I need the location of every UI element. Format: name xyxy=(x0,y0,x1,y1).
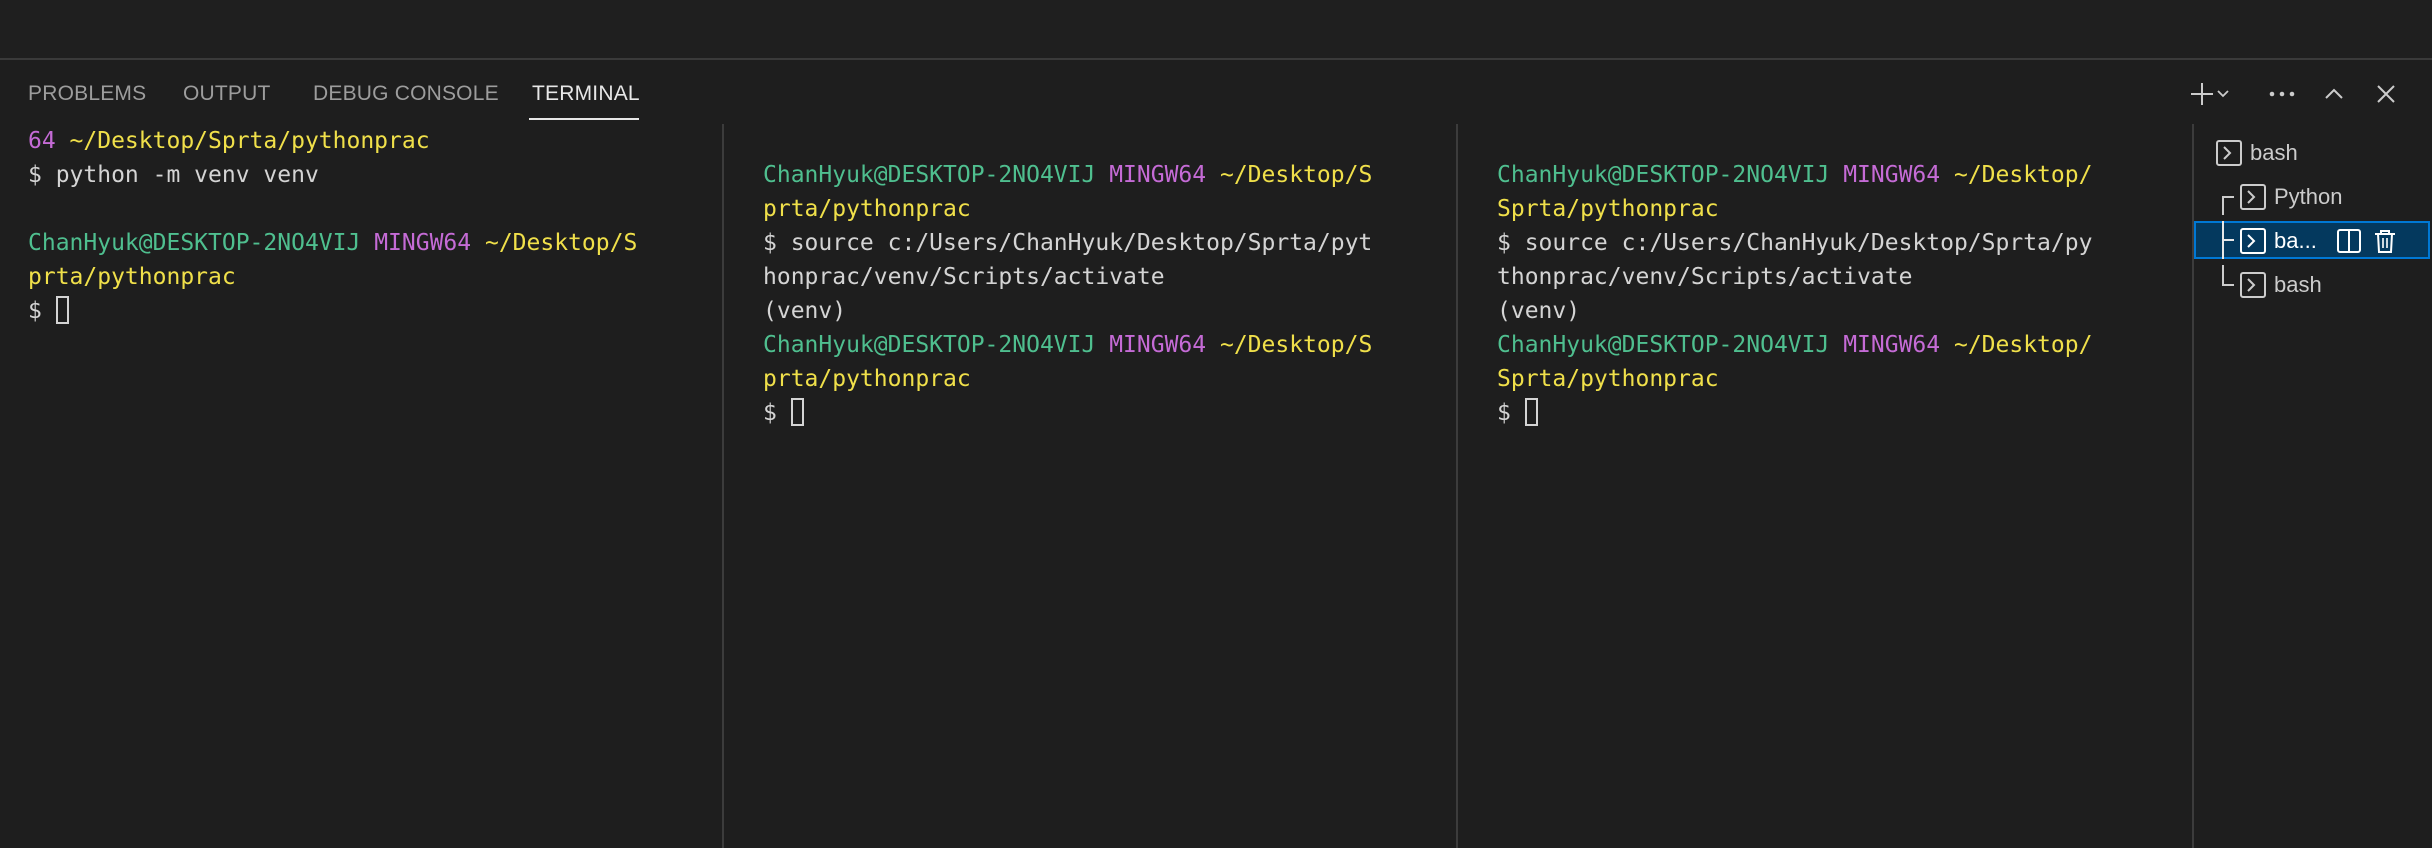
terminal-text: (venv) xyxy=(1497,298,1581,324)
terminal-line: ChanHyuk@DESKTOP-2NO4VIJ MINGW64 ~/Deskt… xyxy=(763,328,1453,362)
terminal-text: MINGW64 xyxy=(1843,332,1954,358)
editor-area xyxy=(0,0,2432,60)
terminal-text: ~/Desktop/ xyxy=(1953,332,2093,358)
terminal-text: $ python -m venv venv xyxy=(28,162,319,188)
terminal-line: ChanHyuk@DESKTOP-2NO4VIJ MINGW64 ~/Deskt… xyxy=(1497,328,2187,362)
terminal-pane-3[interactable]: ChanHyuk@DESKTOP-2NO4VIJ MINGW64 ~/Deskt… xyxy=(1497,124,2187,848)
terminal-text: ChanHyuk@DESKTOP-2NO4VIJ xyxy=(763,332,1110,358)
chevron-up-icon xyxy=(2325,88,2343,99)
terminal-list-label: Python xyxy=(2274,184,2343,209)
trash-icon[interactable] xyxy=(2372,228,2398,254)
terminal-text: ~/Desktop/ xyxy=(1953,162,2093,188)
terminal-area: 64 ~/Desktop/Sprta/pythonprac $ python -m… xyxy=(0,124,2192,848)
terminal-text: $ source c:/Users/ChanHyuk/Desktop/Sprta… xyxy=(763,230,1373,256)
split-terminal-icon[interactable] xyxy=(2336,228,2362,254)
terminal-line: prta/pythonprac xyxy=(763,362,1453,396)
terminal-list-item-bash-selected[interactable]: ba... xyxy=(2194,221,2430,259)
terminal-line: ChanHyuk@DESKTOP-2NO4VIJ MINGW64 ~/Deskt… xyxy=(763,158,1453,192)
terminal-text: ChanHyuk@DESKTOP-2NO4VIJ xyxy=(28,230,375,256)
panel-header: PROBLEMS OUTPUT DEBUG CONSOLE TERMINAL xyxy=(0,60,2432,124)
terminal-line: $ python -m venv venv xyxy=(28,158,718,192)
tab-output[interactable]: OUTPUT xyxy=(183,82,271,106)
tab-problems[interactable]: PROBLEMS xyxy=(28,82,146,106)
terminal-line: 64 ~/Desktop/Sprta/pythonprac xyxy=(28,124,718,158)
terminal-cursor xyxy=(790,398,804,426)
terminal-line: prta/pythonprac xyxy=(763,192,1453,226)
terminal-text: Sprta/pythonprac xyxy=(1497,196,1719,222)
terminal-cursor xyxy=(1524,398,1538,426)
group-connector-middle-icon xyxy=(2222,221,2234,259)
terminal-text: (venv) xyxy=(763,298,847,324)
terminal-text: ~/Desktop/S xyxy=(1219,162,1373,188)
terminal-icon xyxy=(2240,184,2266,210)
group-connector-top-icon xyxy=(2222,196,2234,215)
terminal-text: ~/Desktop/S xyxy=(484,230,638,256)
terminal-text: MINGW64 xyxy=(1843,162,1954,188)
terminal-line: $ source c:/Users/ChanHyuk/Desktop/Sprta… xyxy=(1497,226,2187,260)
terminal-line: (venv) xyxy=(1497,294,2187,328)
terminal-text: $ source c:/Users/ChanHyuk/Desktop/Sprta… xyxy=(1497,230,2093,256)
terminal-text: ~/Desktop/S xyxy=(1219,332,1373,358)
pane-divider[interactable] xyxy=(1456,124,1458,848)
terminal-text: $ xyxy=(763,400,791,426)
terminal-text: MINGW64 xyxy=(1109,162,1220,188)
terminal-text: Sprta/pythonprac xyxy=(1497,366,1719,392)
active-tab-indicator xyxy=(529,118,639,120)
terminal-pane-1[interactable]: 64 ~/Desktop/Sprta/pythonprac $ python -m… xyxy=(28,124,718,848)
close-panel-button[interactable] xyxy=(2368,76,2404,112)
tab-terminal[interactable]: TERMINAL xyxy=(532,82,640,106)
terminal-icon xyxy=(2240,228,2266,254)
terminal-text: thonprac/venv/Scripts/activate xyxy=(1497,264,1913,290)
terminal-line: Sprta/pythonprac xyxy=(1497,362,2187,396)
close-icon xyxy=(2377,85,2395,103)
terminal-icon xyxy=(2216,140,2242,166)
terminal-text: MINGW64 xyxy=(1109,332,1220,358)
terminal-list-item-bash[interactable]: bash xyxy=(2194,133,2430,171)
terminal-line: $ source c:/Users/ChanHyuk/Desktop/Sprta… xyxy=(763,226,1453,260)
terminal-line: ChanHyuk@DESKTOP-2NO4VIJ MINGW64 ~/Deskt… xyxy=(28,226,718,260)
more-icon xyxy=(2269,91,2295,97)
terminal-list-item-bash-2[interactable]: bash xyxy=(2194,265,2430,303)
terminal-cursor xyxy=(55,296,69,324)
terminal-text: 64 xyxy=(28,128,70,154)
terminal-text: honprac/venv/Scripts/activate xyxy=(763,264,1165,290)
terminal-list-label: bash xyxy=(2274,272,2322,297)
terminal-text: $ xyxy=(1497,400,1525,426)
terminal-list-label: ba... xyxy=(2274,228,2317,253)
terminal-line: Sprta/pythonprac xyxy=(1497,192,2187,226)
tab-debug-console[interactable]: DEBUG CONSOLE xyxy=(313,82,499,106)
terminal-text: prta/pythonprac xyxy=(28,264,236,290)
terminal-text: MINGW64 xyxy=(374,230,485,256)
terminal-text: ~/Desktop/Sprta/pythonprac xyxy=(69,128,430,154)
terminal-profile-dropdown[interactable] xyxy=(2210,76,2236,112)
maximize-panel-button[interactable] xyxy=(2316,76,2352,112)
terminal-text: $ xyxy=(28,298,56,324)
terminal-pane-2[interactable]: ChanHyuk@DESKTOP-2NO4VIJ MINGW64 ~/Deskt… xyxy=(763,124,1453,848)
terminal-text: ChanHyuk@DESKTOP-2NO4VIJ xyxy=(1497,332,1844,358)
terminal-line: thonprac/venv/Scripts/activate xyxy=(1497,260,2187,294)
terminal-line: $ xyxy=(763,396,1453,430)
terminal-line: (venv) xyxy=(763,294,1453,328)
terminal-line: $ xyxy=(28,294,718,328)
terminal-line: ChanHyuk@DESKTOP-2NO4VIJ MINGW64 ~/Deskt… xyxy=(1497,158,2187,192)
terminal-line: $ xyxy=(1497,396,2187,430)
terminal-list-item-python[interactable]: Python xyxy=(2194,177,2430,215)
terminal-text: prta/pythonprac xyxy=(763,366,971,392)
terminal-line: honprac/venv/Scripts/activate xyxy=(763,260,1453,294)
terminal-icon xyxy=(2240,272,2266,298)
terminal-tabs-list: bash Python ba... bash xyxy=(2192,124,2432,848)
more-actions-button[interactable] xyxy=(2264,76,2300,112)
terminal-line: prta/pythonprac xyxy=(28,260,718,294)
terminal-text: ChanHyuk@DESKTOP-2NO4VIJ xyxy=(1497,162,1844,188)
chevron-down-icon xyxy=(2217,90,2229,98)
group-connector-bottom-icon xyxy=(2222,265,2234,286)
pane-divider[interactable] xyxy=(722,124,724,848)
terminal-text: ChanHyuk@DESKTOP-2NO4VIJ xyxy=(763,162,1110,188)
terminal-text: prta/pythonprac xyxy=(763,196,971,222)
terminal-list-label: bash xyxy=(2250,140,2298,165)
